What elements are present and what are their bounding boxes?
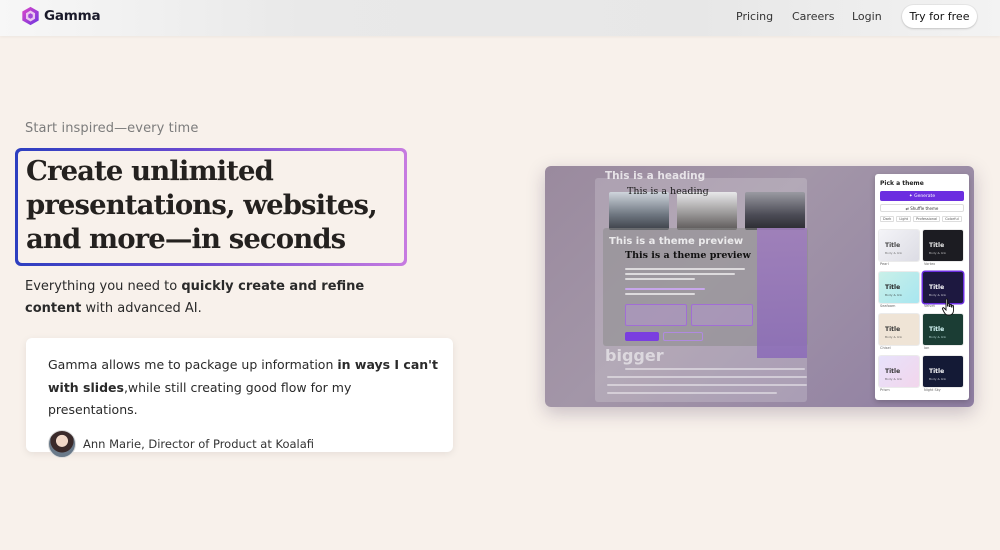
preview-text-line: [625, 268, 745, 270]
thumbnail-title: Title: [885, 284, 901, 291]
picker-title: Pick a theme: [880, 180, 924, 187]
thumbnail-label: Seafoam: [880, 304, 896, 308]
hand-pointer-icon: [941, 298, 954, 316]
subtext-post: with advanced AI.: [81, 301, 202, 316]
thumbnail-label: Ion: [924, 346, 930, 350]
testimonial-card: Gamma allows me to package up informatio…: [26, 338, 453, 458]
theme-preview-title: This is a theme preview: [625, 250, 751, 261]
brand-name: Gamma: [44, 8, 101, 24]
thumbnail-title: Title: [929, 326, 945, 333]
theme-picker-panel: Pick a theme ✦ Generate ⇄ Shuffle theme …: [875, 174, 969, 400]
thumbnail-label: Velvet: [924, 304, 935, 308]
filter-chip-professional[interactable]: Professional: [913, 216, 941, 222]
theme-thumbnail[interactable]: Title Body & link: [879, 230, 919, 261]
thumbnail-subtitle: Body & link: [929, 377, 947, 381]
body-text-line: [625, 368, 805, 370]
hero-subtext: Everything you need to quickly create an…: [25, 276, 425, 320]
testimonial-author: Ann Marie, Director of Product at Koalaf…: [48, 429, 453, 458]
nav-link-careers[interactable]: Careers: [792, 10, 835, 23]
theme-thumbnail[interactable]: Title Body & link: [923, 356, 963, 387]
thumbnail-subtitle: Body & link: [929, 335, 947, 339]
author-avatar: [48, 429, 76, 458]
preview-text-line: [625, 293, 695, 295]
thumbnail-title: Title: [929, 368, 945, 375]
headline-line-1: Create unlimited: [26, 155, 274, 187]
nav-link-pricing[interactable]: Pricing: [736, 10, 773, 23]
theme-thumbnail[interactable]: Title Body & link: [879, 356, 919, 387]
theme-preview-ghost: This is a theme preview: [609, 236, 744, 247]
top-navbar: Gamma Pricing Careers Login Try for free: [0, 0, 1000, 36]
thumbnail-title: Title: [885, 326, 901, 333]
generate-button[interactable]: ✦ Generate: [880, 191, 964, 201]
ghost-bigger-text: bigger: [605, 346, 664, 365]
brand-logo[interactable]: Gamma: [21, 5, 101, 27]
theme-thumbnail[interactable]: Title Body & link: [879, 272, 919, 303]
thumbnail-label: Vortex: [924, 262, 936, 266]
shuffle-label: Shuffle theme: [910, 205, 939, 211]
filter-chip-colorful[interactable]: Colorful: [942, 216, 962, 222]
preview-text-line: [625, 278, 695, 280]
nav-link-login[interactable]: Login: [852, 10, 882, 23]
thumbnail-label: Night Sky: [924, 388, 941, 392]
slide-title: This is a heading: [627, 186, 709, 197]
thumbnail-label: Pearl: [880, 262, 889, 266]
quote-pre: Gamma allows me to package up informatio…: [48, 357, 338, 372]
preview-secondary-button: [663, 332, 703, 341]
thumbnail-label: Prism: [880, 388, 890, 392]
subtext-pre: Everything you need to: [25, 279, 182, 294]
thumbnail-subtitle: Body & link: [885, 377, 903, 381]
thumbnail-subtitle: Body & link: [885, 251, 903, 255]
body-text-line: [607, 384, 807, 386]
body-text-line: [607, 376, 807, 378]
image-mountains-2: [677, 192, 737, 230]
ghost-heading: This is a heading: [605, 170, 706, 182]
thumbnail-label: Chisel: [880, 346, 891, 350]
preview-text-line: [625, 273, 735, 275]
thumbnail-subtitle: Body & link: [929, 293, 947, 297]
headline-line-2: presentations, websites,: [26, 189, 378, 221]
preview-callout-box: [625, 304, 687, 326]
headline-line-3: and more—in seconds: [26, 223, 346, 255]
body-text-line: [607, 392, 777, 394]
hero-headline: Create unlimited presentations, websites,…: [26, 154, 404, 256]
thumbnail-title: Title: [885, 368, 901, 375]
gamma-logo-icon: [22, 6, 39, 26]
thumbnail-subtitle: Body & link: [885, 335, 903, 339]
headline-container: Create unlimited presentations, websites,…: [18, 151, 404, 263]
thumbnail-subtitle: Body & link: [885, 293, 903, 297]
thumbnail-subtitle: Body & link: [929, 251, 947, 255]
preview-callout-box: [691, 304, 753, 326]
thumbnail-title: Title: [885, 242, 901, 249]
headline-gradient-frame: Create unlimited presentations, websites,…: [15, 148, 407, 266]
thumbnail-title: Title: [929, 242, 945, 249]
theme-thumbnail[interactable]: Title Body & link: [879, 314, 919, 345]
preview-primary-button: [625, 332, 659, 341]
theme-filter-chips: Dark Light Professional Colorful: [880, 216, 962, 222]
try-for-free-button[interactable]: Try for free: [902, 5, 977, 28]
image-mountains-1: [609, 192, 669, 230]
image-mountains-3: [745, 192, 805, 230]
slide-image-row: [609, 192, 805, 230]
theme-thumbnail[interactable]: Title Body & link: [923, 230, 963, 261]
theme-thumbnail[interactable]: Title Body & link: [923, 314, 963, 345]
hero-eyebrow: Start inspired—every time: [25, 121, 199, 136]
purple-accent-card: [757, 228, 807, 358]
author-name: Ann Marie, Director of Product at Koalaf…: [83, 436, 315, 451]
product-screenshot: This is a heading This is a heading This…: [545, 166, 974, 407]
preview-link-line: [625, 288, 705, 290]
shuffle-theme-button[interactable]: ⇄ Shuffle theme: [880, 204, 964, 212]
filter-chip-light[interactable]: Light: [896, 216, 912, 222]
generate-label: Generate: [914, 193, 936, 199]
filter-chip-dark[interactable]: Dark: [880, 216, 895, 222]
testimonial-quote: Gamma allows me to package up informatio…: [48, 354, 443, 422]
thumbnail-title: Title: [929, 284, 945, 291]
